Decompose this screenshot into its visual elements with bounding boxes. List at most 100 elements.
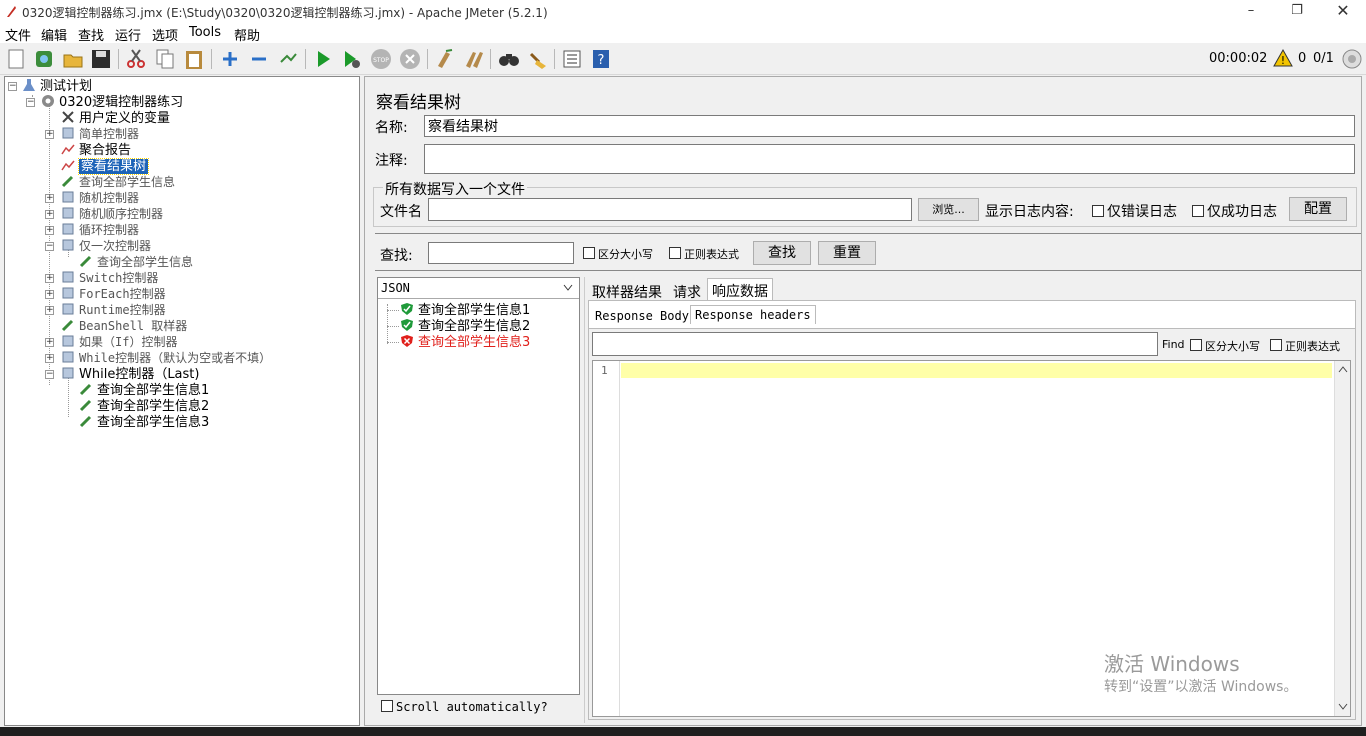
tree-node-label: While控制器（Last)	[79, 367, 200, 382]
tree-node-while-controller-last[interactable]: While控制器（Last)	[61, 366, 199, 382]
copy-icon[interactable]	[154, 48, 176, 70]
function-helper-icon[interactable]	[561, 48, 583, 70]
start-icon[interactable]	[312, 48, 334, 70]
tree-toggle[interactable]: +	[45, 306, 54, 315]
tree-node-sampler[interactable]: 查询全部学生信息2	[79, 398, 209, 414]
restore-button[interactable]: ❐	[1274, 0, 1320, 24]
warning-icon[interactable]: !	[1273, 49, 1293, 67]
start-no-pause-icon[interactable]	[340, 48, 362, 70]
line-number: 1	[601, 364, 608, 377]
cut-icon[interactable]	[125, 48, 147, 70]
tree-node-thread-group[interactable]: 0320逻辑控制器练习	[41, 94, 183, 110]
tree-toggle[interactable]: −	[45, 242, 54, 251]
activation-watermark-hint: 转到“设置”以激活 Windows。	[1104, 679, 1298, 695]
configure-button[interactable]: 配置	[1289, 197, 1347, 221]
find-case-checkbox[interactable]: 区分大小写	[1190, 338, 1260, 354]
file-name-field[interactable]	[428, 198, 912, 221]
menu-options[interactable]: 选项	[152, 25, 178, 44]
reset-button[interactable]: 重置	[818, 241, 876, 265]
tree-toggle[interactable]: −	[26, 98, 35, 107]
errors-only-checkbox[interactable]: 仅错误日志	[1092, 201, 1177, 221]
find-field[interactable]	[592, 332, 1158, 356]
stop-icon[interactable]: STOP	[370, 48, 392, 70]
tree-toggle[interactable]: +	[45, 130, 54, 139]
close-window-button[interactable]: ✕	[1320, 0, 1366, 24]
chevron-down-icon[interactable]	[1338, 703, 1348, 711]
tree-node-user-variables[interactable]: 用户定义的变量	[61, 110, 170, 126]
tree-node-sampler[interactable]: 查询全部学生信息1	[79, 382, 209, 398]
minimize-button[interactable]: –	[1228, 0, 1274, 24]
tree-node-foreach-controller[interactable]: ForEach控制器	[61, 286, 166, 302]
browse-button[interactable]: 浏览...	[918, 198, 979, 221]
search-icon[interactable]	[498, 48, 520, 70]
tree-toggle[interactable]: +	[45, 354, 54, 363]
thread-count: 0/1	[1313, 51, 1334, 66]
tab-response-headers[interactable]: Response headers	[690, 305, 816, 324]
tree-node-beanshell-sampler[interactable]: BeanShell 取样器	[61, 318, 187, 334]
menu-run[interactable]: 运行	[115, 25, 141, 44]
result-details: 取样器结果 请求 响应数据 Response Body Response hea…	[584, 277, 1359, 723]
tree-node-runtime-controller[interactable]: Runtime控制器	[61, 302, 166, 318]
result-item[interactable]: 查询全部学生信息2	[400, 318, 530, 334]
menu-edit[interactable]: 编辑	[41, 25, 67, 44]
menu-tools[interactable]: Tools	[189, 25, 221, 40]
search-field[interactable]	[428, 242, 574, 264]
save-icon[interactable]	[90, 48, 112, 70]
regex-checkbox[interactable]: 正则表达式	[669, 246, 739, 262]
chevron-up-icon[interactable]	[1338, 365, 1348, 373]
expand-icon[interactable]	[219, 48, 241, 70]
clear-icon[interactable]	[434, 48, 456, 70]
tree-node-random-controller[interactable]: 随机控制器	[61, 190, 139, 206]
shutdown-icon[interactable]	[399, 48, 421, 70]
tree-toggle[interactable]: +	[45, 290, 54, 299]
tree-node-simple-controller[interactable]: 简单控制器	[61, 126, 139, 142]
menu-search[interactable]: 查找	[78, 25, 104, 44]
menu-file[interactable]: 文件	[5, 25, 31, 44]
tree-node-sampler[interactable]: 查询全部学生信息3	[79, 414, 209, 430]
name-field[interactable]: 察看结果树	[424, 115, 1355, 137]
comment-field[interactable]	[424, 144, 1355, 174]
scroll-auto-checkbox[interactable]: Scroll automatically?	[381, 700, 548, 714]
log-content-label: 显示日志内容:	[985, 204, 1074, 220]
collapse-icon[interactable]	[248, 48, 270, 70]
clear-all-icon[interactable]	[463, 48, 485, 70]
tree-node-sampler[interactable]: 查询全部学生信息	[61, 174, 175, 190]
help-icon[interactable]: ?	[590, 48, 612, 70]
toggle-icon[interactable]	[277, 48, 299, 70]
templates-icon[interactable]	[33, 48, 55, 70]
success-only-checkbox[interactable]: 仅成功日志	[1192, 201, 1277, 221]
result-item[interactable]: 查询全部学生信息1	[400, 302, 530, 318]
tree-node-random-order-controller[interactable]: 随机顺序控制器	[61, 206, 163, 222]
reset-search-icon[interactable]	[527, 48, 549, 70]
new-icon[interactable]	[5, 48, 27, 70]
tree-node-while-controller-default[interactable]: While控制器（默认为空或者不填）	[61, 350, 271, 366]
tree-node-loop-controller[interactable]: 循环控制器	[61, 222, 139, 238]
tree-node-view-results-tree[interactable]: 察看结果树	[61, 158, 150, 175]
tree-node-aggregate-report[interactable]: 聚合报告	[61, 142, 131, 158]
result-item-error[interactable]: 查询全部学生信息3	[400, 334, 530, 350]
tree-toggle[interactable]: +	[45, 210, 54, 219]
vertical-scrollbar[interactable]	[1334, 361, 1350, 716]
tree-node-sampler[interactable]: 查询全部学生信息	[79, 254, 193, 270]
tree-toggle[interactable]: +	[45, 226, 54, 235]
case-sensitive-checkbox[interactable]: 区分大小写	[583, 246, 653, 262]
find-button[interactable]: 查找	[753, 241, 811, 265]
tree-node-once-only-controller[interactable]: 仅一次控制器	[61, 238, 151, 254]
renderer-select[interactable]: JSON	[378, 278, 579, 299]
tree-node-test-plan[interactable]: 测试计划	[22, 78, 92, 94]
toolbar: STOP ? 00:00:02 ! 0 0/1	[0, 43, 1366, 75]
tree-toggle[interactable]: −	[8, 82, 17, 91]
pipette-icon	[61, 319, 74, 332]
tree-node-if-controller[interactable]: 如果（If）控制器	[61, 334, 177, 350]
file-label: 文件名	[380, 204, 422, 220]
tree-node-switch-controller[interactable]: Switch控制器	[61, 270, 158, 286]
tree-toggle[interactable]: +	[45, 194, 54, 203]
tree-toggle[interactable]: +	[45, 274, 54, 283]
find-regex-checkbox[interactable]: 正则表达式	[1270, 338, 1340, 354]
tab-response-body[interactable]: Response Body	[591, 307, 693, 325]
tree-toggle[interactable]: −	[45, 370, 54, 379]
paste-icon[interactable]	[183, 48, 205, 70]
open-icon[interactable]	[62, 48, 84, 70]
tree-toggle[interactable]: +	[45, 338, 54, 347]
menu-help[interactable]: 帮助	[234, 25, 260, 44]
